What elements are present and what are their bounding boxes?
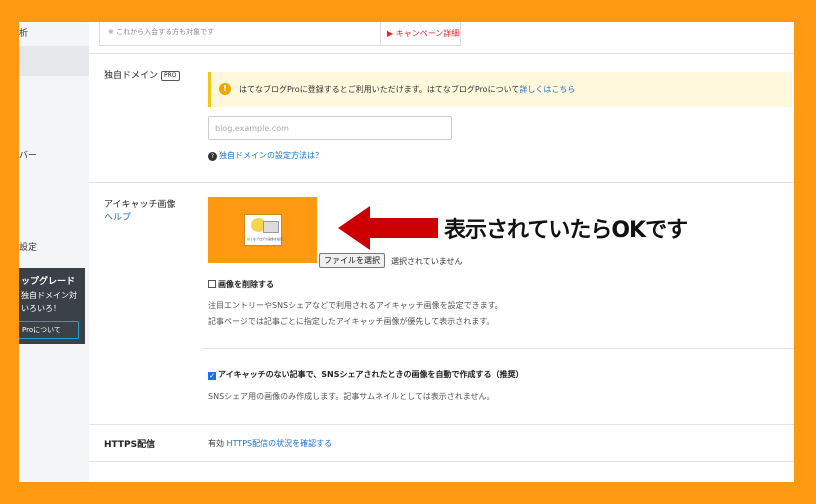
campaign-detail-link[interactable]: ▶ キャンペーン詳細 (380, 22, 462, 45)
laptop-icon (263, 221, 279, 233)
eyecatch-description-2: 記事ページでは記事ごとに指定したアイキャッチ画像が優先して表示されます。 (208, 317, 495, 326)
sidebar-item-active[interactable] (19, 46, 89, 76)
https-status: 有効 HTTPS配信の状況を確認する (208, 439, 333, 448)
domain-label: 独自ドメイン PRO (104, 68, 180, 81)
upgrade-text-1: 独自ドメイン対 (21, 291, 77, 300)
delete-image-option[interactable]: 画像を削除する (208, 279, 274, 290)
auto-image-option[interactable]: ✓ アイキャッチのない記事で、SNSシェアされたときの画像を自動で作成する（推奨） (208, 369, 524, 380)
choose-file-button[interactable]: ファイルを選択 (319, 253, 385, 268)
upgrade-title: ップグレード (21, 277, 76, 287)
annotation-ok-text: 表示されていたらOKです (444, 218, 688, 243)
upgrade-text-2: いろいろ！ (21, 304, 61, 313)
sidebar-item-member[interactable]: バー (19, 148, 37, 161)
red-arrow-left-icon (338, 206, 438, 250)
pro-details-link[interactable]: 詳しくはこちら (519, 85, 575, 94)
custom-domain-input[interactable] (208, 116, 452, 140)
alert-message: はてなブログProに登録するとご利用いただけます。はてなブログProについて詳し… (239, 85, 576, 94)
thumbnail-caption: はてなブログの画像を設定 (247, 237, 284, 241)
thumbnail-illustration: はてなブログの画像を設定 (244, 214, 284, 246)
eyecatch-label: アイキャッチ画像 (104, 200, 176, 210)
divider (202, 348, 794, 349)
eyecatch-help-link[interactable]: ヘルプ (104, 210, 131, 223)
divider (89, 182, 794, 183)
https-check-link[interactable]: HTTPS配信の状況を確認する (227, 439, 333, 448)
pro-badge: PRO (161, 71, 180, 81)
main-content: ※ これから入会する方も対象です ▶ キャンペーン詳細 独自ドメイン PRO ! … (89, 22, 794, 482)
auto-image-checkbox[interactable]: ✓ (208, 372, 216, 380)
divider (89, 424, 794, 425)
eyecatch-thumbnail: はてなブログの画像を設定 (208, 197, 317, 263)
pro-required-alert: ! はてなブログProに登録するとご利用いただけます。はてなブログProについて… (208, 72, 792, 107)
about-pro-button[interactable]: Proについて (19, 321, 79, 339)
upgrade-panel: ップグレード 独自ドメイン対 いろいろ！ Proについて (19, 268, 85, 344)
warning-icon: ! (219, 83, 231, 95)
campaign-row: ※ これから入会する方も対象です ▶ キャンペーン詳細 (99, 22, 461, 46)
campaign-note: ※ これから入会する方も対象です (108, 28, 215, 36)
file-status-text: 選択されていません (391, 257, 463, 266)
sidebar: 析 バー 設定 ップグレード 独自ドメイン対 いろいろ！ Proについて (19, 22, 89, 482)
delete-image-checkbox[interactable] (208, 280, 216, 288)
sidebar-item-analysis[interactable]: 析 (19, 26, 28, 39)
divider (89, 53, 794, 54)
domain-help-link[interactable]: ? 独自ドメインの設定方法は？ (208, 150, 323, 161)
https-label: HTTPS配信 (104, 440, 156, 450)
settings-window: 析 バー 設定 ップグレード 独自ドメイン対 いろいろ！ Proについて ※ こ… (19, 22, 794, 482)
sidebar-item-settings[interactable]: 設定 (19, 240, 37, 253)
question-icon: ? (208, 152, 217, 161)
divider (89, 461, 794, 462)
auto-image-description: SNSシェア用の画像のみ作成します。記事サムネイルとしては表示されません。 (208, 392, 495, 401)
eyecatch-description-1: 注目エントリーやSNSシェアなどで利用されるアイキャッチ画像を設定できます。 (208, 301, 503, 310)
